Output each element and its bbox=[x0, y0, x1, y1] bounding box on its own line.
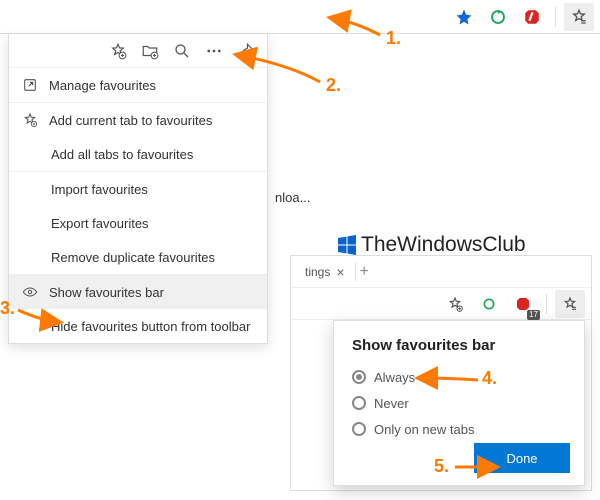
radio-label: Only on new tabs bbox=[374, 422, 474, 437]
done-button[interactable]: Done bbox=[474, 443, 570, 473]
menu-export-favourites[interactable]: Export favourites bbox=[9, 206, 267, 240]
menu-item-label: Add current tab to favourites bbox=[49, 113, 212, 128]
menu-manage-favourites[interactable]: Manage favourites bbox=[9, 68, 267, 102]
star-add-icon bbox=[21, 111, 39, 129]
tab-label: tings bbox=[305, 265, 330, 279]
menu-add-all-tabs[interactable]: Add all tabs to favourites bbox=[9, 137, 267, 171]
eye-icon bbox=[21, 283, 39, 301]
favourites-list-button[interactable] bbox=[564, 3, 594, 31]
radio-label: Never bbox=[374, 396, 409, 411]
toolbar-separator bbox=[555, 7, 556, 27]
favourites-menu: Manage favourites Add current tab to fav… bbox=[8, 34, 268, 344]
radio-icon bbox=[352, 396, 366, 410]
windowsclub-logo-icon bbox=[335, 233, 359, 257]
browser-toolbar bbox=[0, 0, 600, 34]
radio-option-never[interactable]: Never bbox=[352, 390, 568, 416]
star-filled-icon[interactable] bbox=[449, 3, 479, 31]
star-add-icon[interactable] bbox=[107, 40, 129, 62]
watermark: TheWindowsClub bbox=[335, 233, 526, 257]
radio-icon bbox=[352, 422, 366, 436]
annotation-2: 2. bbox=[326, 75, 341, 96]
radio-label: Always bbox=[374, 370, 415, 385]
radio-icon bbox=[352, 370, 366, 384]
menu-import-favourites[interactable]: Import favourites bbox=[9, 172, 267, 206]
tab-bar: tings × + bbox=[291, 256, 591, 288]
search-icon[interactable] bbox=[171, 40, 193, 62]
menu-item-label: Import favourites bbox=[51, 182, 148, 197]
menu-item-label: Manage favourites bbox=[49, 78, 156, 93]
menu-hide-favourites-button[interactable]: Hide favourites button from toolbar bbox=[9, 309, 267, 343]
tab-separator bbox=[355, 263, 356, 281]
menu-remove-duplicates[interactable]: Remove duplicate favourites bbox=[9, 240, 267, 274]
popup-title: Show favourites bar bbox=[352, 337, 568, 354]
open-external-icon bbox=[21, 76, 39, 94]
show-favourites-bar-popup: Show favourites bar Always Never Only on… bbox=[333, 320, 585, 486]
close-icon[interactable]: × bbox=[336, 265, 344, 279]
pin-icon[interactable] bbox=[235, 40, 257, 62]
favourites-list-button[interactable] bbox=[555, 290, 585, 318]
star-add-icon[interactable] bbox=[440, 290, 470, 318]
toolbar-separator bbox=[546, 294, 547, 314]
background-text-fragment: nloa... bbox=[275, 190, 310, 205]
menu-item-label: Export favourites bbox=[51, 216, 149, 231]
menu-add-current-tab[interactable]: Add current tab to favourites bbox=[9, 103, 267, 137]
menu-show-favourites-bar[interactable]: Show favourites bar bbox=[9, 275, 267, 309]
folder-add-icon[interactable] bbox=[139, 40, 161, 62]
refresh-icon[interactable] bbox=[474, 290, 504, 318]
favourites-menu-iconrow bbox=[9, 34, 267, 68]
secondary-browser-window: tings × + 17 Show favourites bar Always … bbox=[290, 255, 592, 491]
refresh-icon[interactable] bbox=[483, 3, 513, 31]
more-icon[interactable] bbox=[203, 40, 225, 62]
menu-item-label: Show favourites bar bbox=[49, 285, 164, 300]
radio-option-newtabs[interactable]: Only on new tabs bbox=[352, 416, 568, 442]
secondary-toolbar: 17 bbox=[291, 288, 591, 320]
button-label: Done bbox=[506, 451, 537, 466]
blocked-count-badge: 17 bbox=[527, 310, 540, 320]
adblock-icon[interactable]: 17 bbox=[508, 290, 538, 318]
watermark-text: TheWindowsClub bbox=[361, 233, 526, 257]
new-tab-button[interactable]: + bbox=[360, 263, 369, 281]
radio-option-always[interactable]: Always bbox=[352, 364, 568, 390]
menu-item-label: Remove duplicate favourites bbox=[51, 250, 215, 265]
adblock-icon[interactable] bbox=[517, 3, 547, 31]
browser-tab[interactable]: tings × bbox=[299, 261, 355, 283]
menu-item-label: Add all tabs to favourites bbox=[51, 147, 193, 162]
menu-item-label: Hide favourites button from toolbar bbox=[51, 319, 250, 334]
